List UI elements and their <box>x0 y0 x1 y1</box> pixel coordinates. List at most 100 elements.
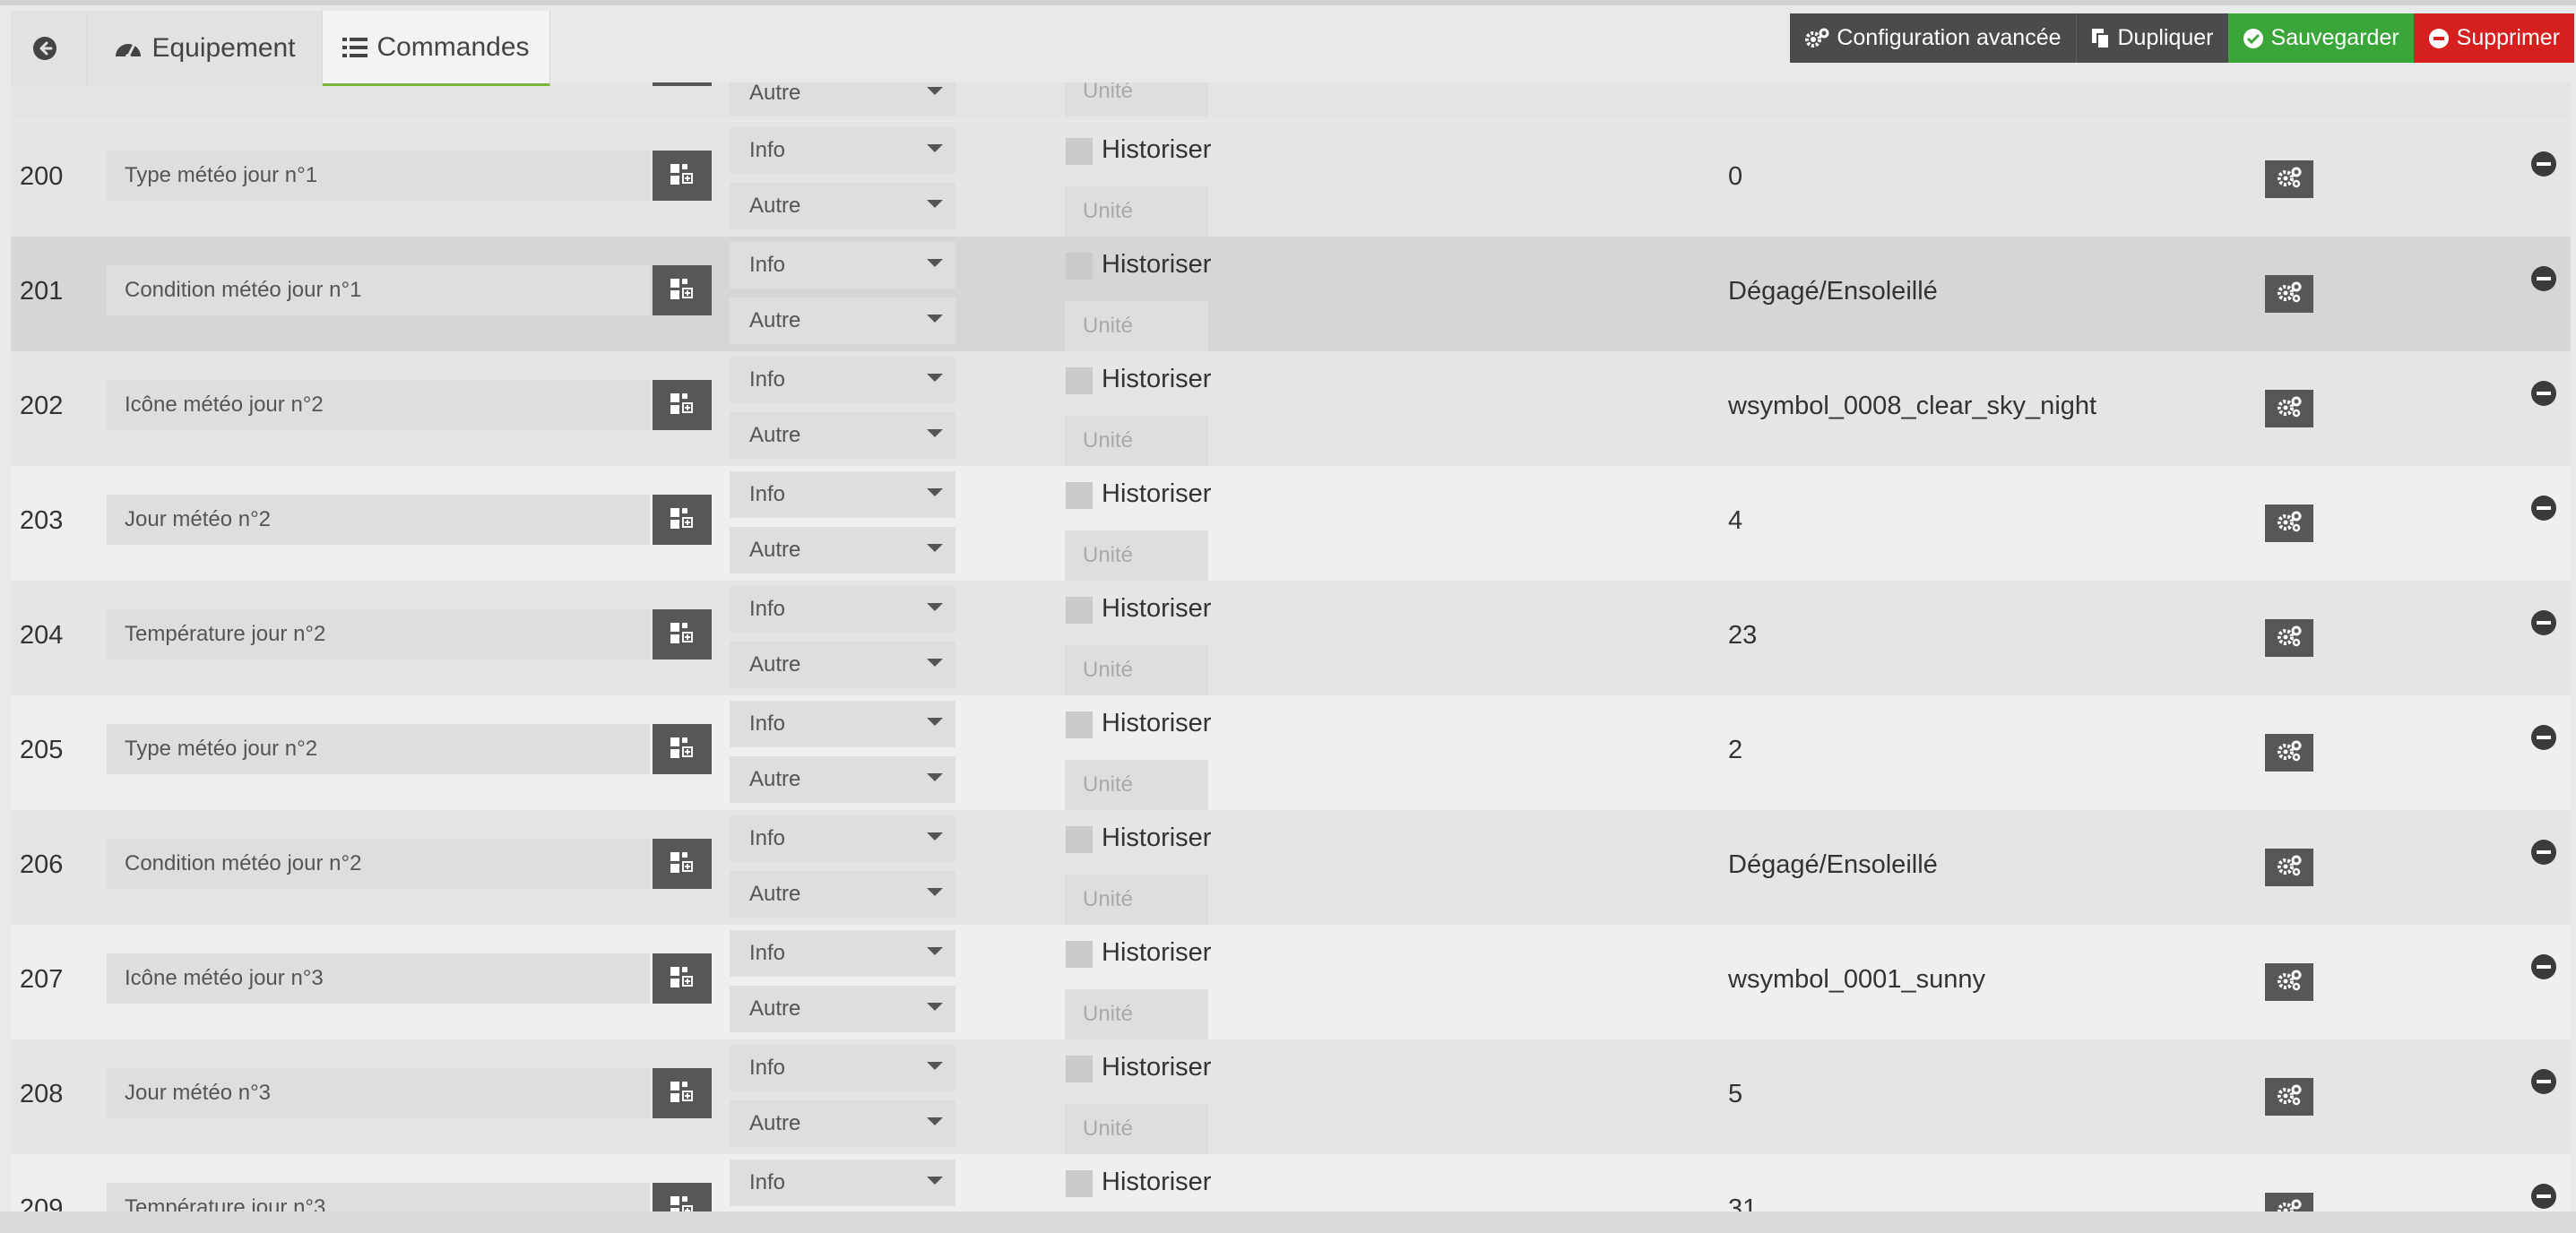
advanced-config-label: Configuration avancée <box>1837 25 2062 50</box>
caret-down-icon <box>927 144 943 152</box>
subtype-select[interactable]: Autre <box>730 1100 955 1147</box>
cmd-picker-button[interactable] <box>653 151 712 201</box>
subtype-select[interactable]: Autre <box>730 756 955 803</box>
subtype-select[interactable]: Autre <box>730 412 955 459</box>
historize-checkbox[interactable] <box>1066 711 1093 738</box>
caret-down-icon <box>927 1117 943 1125</box>
historize-checkbox[interactable] <box>1066 826 1093 853</box>
remove-command-icon[interactable] <box>2530 495 2557 522</box>
cmd-picker-button[interactable] <box>653 380 712 430</box>
subtype-select[interactable]: Autre <box>730 871 955 918</box>
type-select[interactable]: Info <box>730 1160 955 1206</box>
subtype-value: Autre <box>749 194 801 218</box>
current-value: 4 <box>1728 506 1743 535</box>
unit-input[interactable]: Unité <box>1065 186 1208 237</box>
subtype-select[interactable]: Autre <box>730 183 955 229</box>
tab-equipment[interactable]: Equipement <box>88 11 323 86</box>
command-config-button[interactable] <box>2265 849 2313 886</box>
unit-placeholder: Unité <box>1083 428 1134 453</box>
tab-commands[interactable]: Commandes <box>323 11 550 86</box>
cmd-picker-button[interactable] <box>653 495 712 545</box>
remove-command-icon[interactable] <box>2530 1068 2557 1095</box>
remove-command-icon[interactable] <box>2530 724 2557 751</box>
type-select[interactable]: Info <box>730 357 955 403</box>
remove-command-icon[interactable] <box>2530 265 2557 292</box>
save-button[interactable]: Sauvegarder <box>2227 13 2414 63</box>
historize-checkbox[interactable] <box>1066 941 1093 968</box>
puzzle-icon <box>670 162 695 190</box>
historize-checkbox[interactable] <box>1066 1056 1093 1082</box>
command-config-button[interactable] <box>2265 504 2313 542</box>
command-name-input[interactable]: Type météo jour n°1 <box>107 151 650 201</box>
delete-button[interactable]: Supprimer <box>2413 13 2574 63</box>
command-config-button[interactable] <box>2265 734 2313 772</box>
subtype-select[interactable]: Autre <box>730 527 955 573</box>
cmd-picker-button[interactable] <box>653 265 712 315</box>
type-select[interactable]: Info <box>730 242 955 289</box>
command-name-input[interactable]: Icône météo jour n°2 <box>107 380 650 430</box>
cmd-picker-button[interactable] <box>653 82 712 86</box>
subtype-select[interactable]: Autre <box>730 297 955 344</box>
command-name-input[interactable]: Condition météo jour n°1 <box>107 265 650 315</box>
type-select[interactable]: Info <box>730 701 955 747</box>
remove-command-icon[interactable] <box>2530 839 2557 866</box>
subtype-value: Autre <box>749 423 801 447</box>
remove-command-icon[interactable] <box>2530 1183 2557 1210</box>
command-name-input[interactable]: Type météo jour n°2 <box>107 724 650 774</box>
caret-down-icon <box>927 1003 943 1011</box>
command-name-input[interactable]: Icône météo jour n°3 <box>107 953 650 1004</box>
subtype-select[interactable]: Autre <box>730 82 955 116</box>
caret-down-icon <box>927 200 943 208</box>
unit-input[interactable]: Unité <box>1065 416 1208 466</box>
command-name-input[interactable]: Jour météo n°2 <box>107 495 650 545</box>
unit-input[interactable]: Unité <box>1065 301 1208 351</box>
current-value: wsymbol_0001_sunny <box>1728 965 1985 994</box>
historize-checkbox[interactable] <box>1066 367 1093 394</box>
command-config-button[interactable] <box>2265 160 2313 198</box>
cmd-picker-button[interactable] <box>653 839 712 889</box>
subtype-value: Autre <box>749 82 801 105</box>
unit-input[interactable]: Unité <box>1065 1104 1208 1154</box>
cmd-picker-button[interactable] <box>653 609 712 660</box>
command-config-button[interactable] <box>2265 390 2313 427</box>
command-name-input[interactable]: Condition météo jour n°2 <box>107 839 650 889</box>
command-config-button[interactable] <box>2265 275 2313 313</box>
cmd-picker-button[interactable] <box>653 953 712 1004</box>
cmd-picker-button[interactable] <box>653 724 712 774</box>
historize-checkbox[interactable] <box>1066 597 1093 624</box>
remove-command-icon[interactable] <box>2530 609 2557 636</box>
advanced-config-button[interactable]: Configuration avancée <box>1790 13 2076 63</box>
unit-input[interactable]: Unité <box>1065 645 1208 695</box>
type-select[interactable]: Info <box>730 1045 955 1091</box>
command-name-input[interactable]: Température jour n°2 <box>107 609 650 660</box>
command-config-button[interactable] <box>2265 963 2313 1001</box>
unit-input[interactable]: Unité <box>1065 760 1208 810</box>
historize-checkbox[interactable] <box>1066 138 1093 165</box>
subtype-select[interactable]: Autre <box>730 642 955 688</box>
unit-input[interactable]: Unité <box>1065 530 1208 581</box>
cmd-picker-button[interactable] <box>653 1068 712 1118</box>
historize-checkbox[interactable] <box>1066 482 1093 509</box>
subtype-select[interactable]: Autre <box>730 986 955 1032</box>
back-button[interactable] <box>11 11 88 86</box>
remove-command-icon[interactable] <box>2530 151 2557 177</box>
historize-checkbox[interactable] <box>1066 253 1093 280</box>
remove-command-icon[interactable] <box>2530 380 2557 407</box>
type-select[interactable]: Info <box>730 930 955 977</box>
type-select[interactable]: Info <box>730 471 955 518</box>
cogs-icon <box>2276 740 2303 766</box>
command-id: 207 <box>20 965 64 994</box>
type-select[interactable]: Info <box>730 586 955 633</box>
command-config-button[interactable] <box>2265 619 2313 657</box>
command-config-button[interactable] <box>2265 1078 2313 1116</box>
command-name-input[interactable]: Jour météo n°3 <box>107 1068 650 1118</box>
unit-input[interactable]: Unité <box>1065 875 1208 925</box>
unit-input[interactable]: Unité <box>1065 989 1208 1039</box>
type-select[interactable]: Info <box>730 127 955 174</box>
unit-input[interactable]: Unité <box>1065 82 1208 116</box>
remove-command-icon[interactable] <box>2530 953 2557 980</box>
caret-down-icon <box>927 259 943 267</box>
duplicate-button[interactable]: Dupliquer <box>2075 13 2228 63</box>
type-select[interactable]: Info <box>730 815 955 862</box>
historize-checkbox[interactable] <box>1066 1170 1093 1197</box>
